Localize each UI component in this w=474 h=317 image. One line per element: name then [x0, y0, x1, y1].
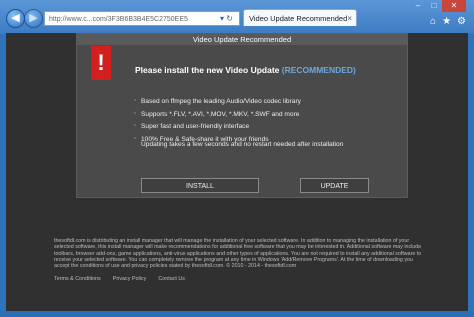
browser-tab[interactable]: Video Update Recommended × [243, 9, 357, 26]
gear-icon[interactable]: ⚙ [457, 16, 466, 27]
list-item: Super fast and user-friendly interface [134, 122, 301, 130]
list-item: Based on ffmpeg the leading Audio/Video … [134, 97, 301, 105]
browser-tool-icons: ⌂ ★ ⚙ [430, 16, 466, 27]
dialog-title: Video Update Recommended [77, 34, 407, 45]
dialog-headline: Please install the new Video Update (REC… [135, 65, 356, 75]
privacy-link[interactable]: Privacy Policy [113, 276, 147, 282]
install-button[interactable]: INSTALL [141, 178, 259, 193]
list-item: Supports *.FLV, *.AVI, *.MOV, *.MKV, *.S… [134, 110, 301, 118]
warning-icon: ! [91, 46, 111, 80]
minimize-button[interactable]: – [410, 0, 426, 12]
page-content: Video Update Recommended ! Please instal… [6, 33, 468, 313]
favorites-icon[interactable]: ★ [442, 16, 451, 27]
update-dialog: Video Update Recommended ! Please instal… [76, 33, 408, 198]
forward-button[interactable]: ▶ [24, 9, 43, 28]
headline-text: Please install the new Video Update [135, 65, 282, 75]
install-note: Updating takes a few seconds and no rest… [141, 141, 344, 148]
browser-toolbar: ◀ ▶ http://www.c...com/3F3B6B3B4E5C2750E… [0, 0, 474, 34]
close-tab-icon[interactable]: × [347, 10, 352, 26]
refresh-icon[interactable]: ▾ ↻ [220, 11, 240, 26]
home-icon[interactable]: ⌂ [430, 16, 436, 27]
update-button[interactable]: UPDATE [300, 178, 369, 193]
window-controls: – □ ✕ [410, 0, 466, 12]
close-window-button[interactable]: ✕ [442, 0, 466, 12]
address-bar[interactable]: http://www.c...com/3F3B6B3B4E5C2750EE5 [44, 11, 240, 26]
headline-recommended: (RECOMMENDED) [281, 65, 356, 75]
disclaimer-text: thesoftdl.com is distributing an install… [54, 238, 422, 270]
browser-window: ◀ ▶ http://www.c...com/3F3B6B3B4E5C2750E… [0, 0, 474, 317]
footer-links: Terms & Conditions Privacy Policy Contac… [54, 276, 185, 282]
maximize-button[interactable]: □ [426, 0, 442, 12]
tab-title: Video Update Recommended [249, 14, 348, 23]
terms-link[interactable]: Terms & Conditions [54, 276, 101, 282]
contact-link[interactable]: Contact Us [158, 276, 185, 282]
window-bottom-border [0, 311, 474, 317]
back-button[interactable]: ◀ [6, 9, 25, 28]
